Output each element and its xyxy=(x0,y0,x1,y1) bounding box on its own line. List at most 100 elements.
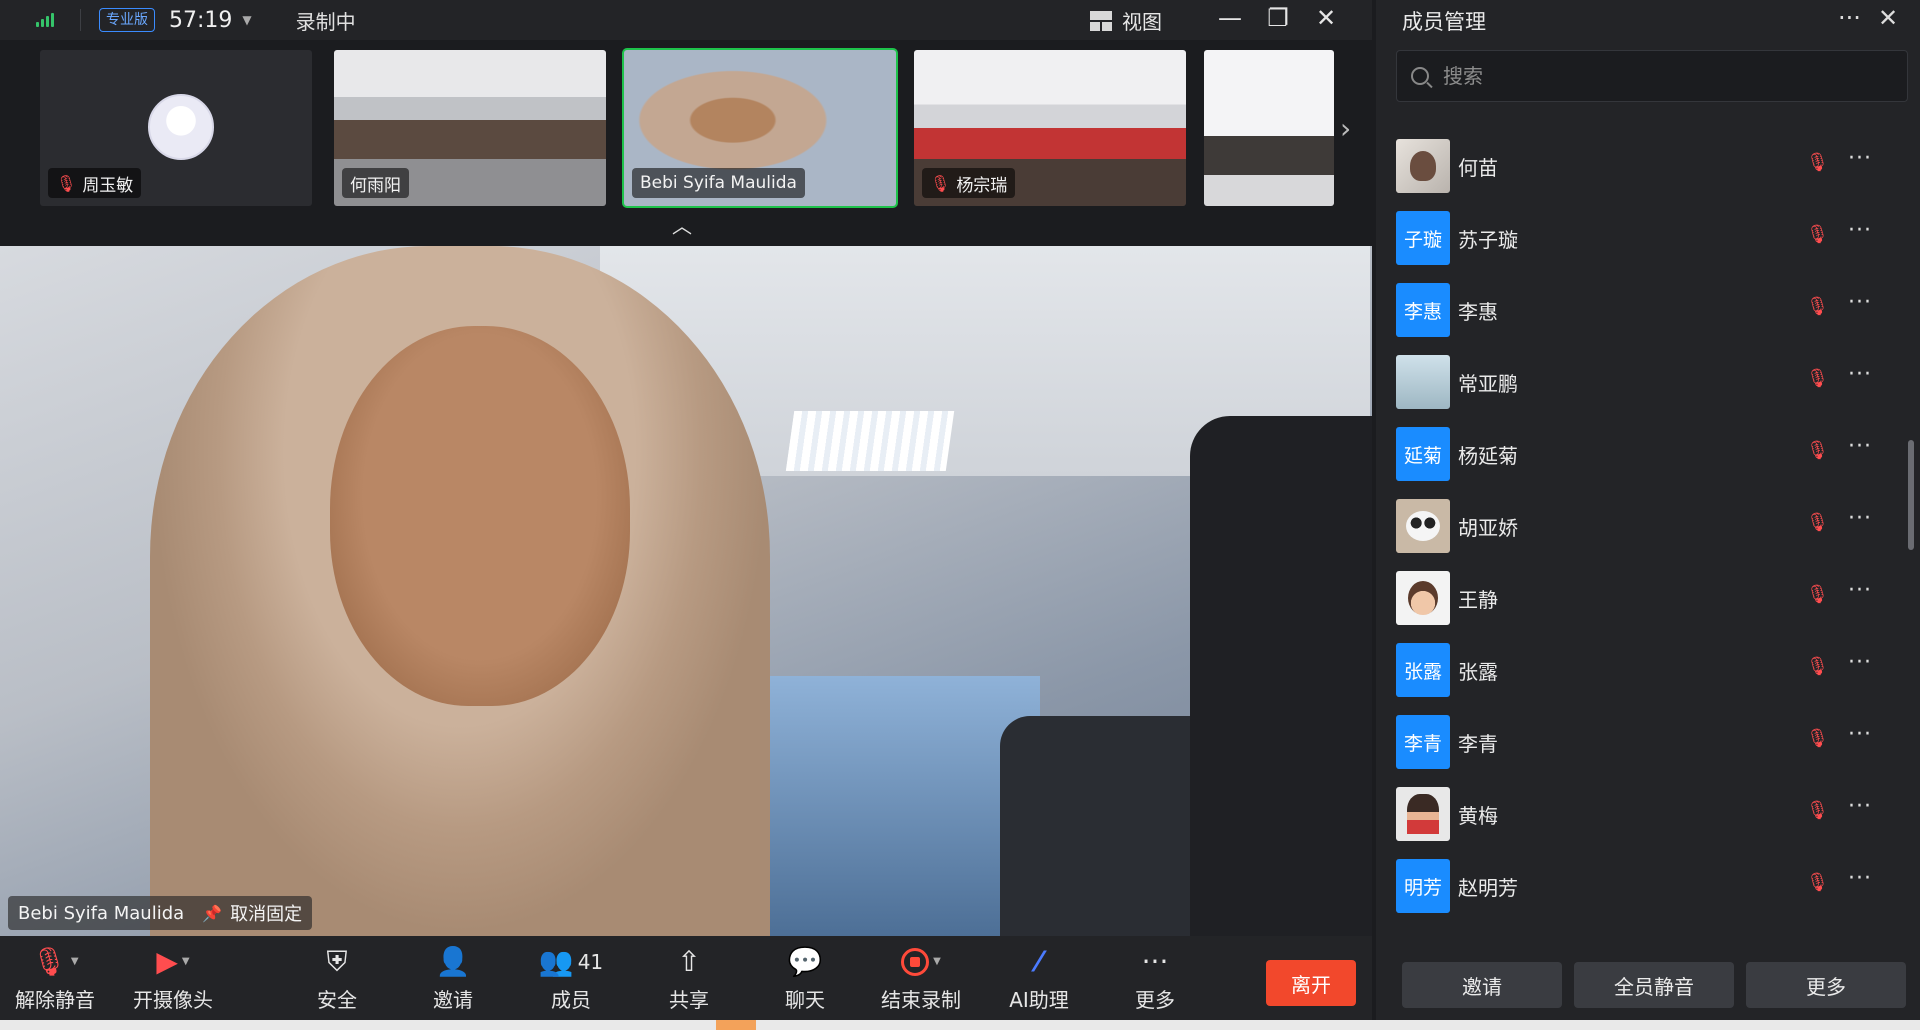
member-row[interactable]: 延菊 杨延菊 🎙 ··· xyxy=(1396,418,1896,490)
unmute-button[interactable]: 🎙 ▼ 解除静音 xyxy=(0,944,110,1016)
chat-button[interactable]: 💬 聊天 xyxy=(750,944,860,1016)
member-row[interactable]: 王静 🎙 ··· xyxy=(1396,562,1896,634)
more-dots-icon[interactable]: ··· xyxy=(1848,650,1872,675)
chevron-down-icon[interactable]: ▼ xyxy=(242,13,251,27)
member-row[interactable]: 张露 张露 🎙 ··· xyxy=(1396,634,1896,706)
panel-title: 成员管理 xyxy=(1402,10,1486,34)
meeting-window: 专业版 57:19 ▼ 录制中 视图 — ❐ ✕ 🎙 周玉敏 何雨阳 Bebi … xyxy=(0,0,1920,1030)
chevron-right-icon[interactable]: › xyxy=(1340,112,1351,145)
member-row[interactable]: 明芳 赵明芳 🎙 ··· xyxy=(1396,850,1896,922)
ai-assistant-button[interactable]: ⁄ AI助理 xyxy=(984,944,1094,1016)
speaker-name: Bebi Syifa Maulida xyxy=(18,902,185,924)
mic-off-icon[interactable]: 🎙 xyxy=(1806,224,1829,245)
video-thumbnail-strip: 🎙 周玉敏 何雨阳 Bebi Syifa Maulida 🎙 杨宗瑞 xyxy=(40,48,1340,208)
restore-icon[interactable]: ❐ xyxy=(1258,4,1298,32)
mic-off-icon[interactable]: 🎙 xyxy=(1806,656,1829,677)
shield-icon: ⛨ xyxy=(326,945,348,978)
mic-off-icon[interactable]: 🎙 xyxy=(1806,728,1829,749)
taskbar-edge xyxy=(0,1020,1920,1030)
avatar xyxy=(1396,571,1450,625)
more-dots-icon[interactable]: ··· xyxy=(1848,434,1872,459)
invite-member-button[interactable]: 邀请 xyxy=(1402,962,1562,1008)
more-dots-icon[interactable]: ··· xyxy=(1848,866,1872,891)
pin-icon[interactable]: 📌 xyxy=(202,904,222,923)
invite-button[interactable]: 👤 邀请 xyxy=(398,944,508,1016)
more-label: 更多 xyxy=(1135,988,1175,1012)
thumbnail-tile[interactable]: 🎙 周玉敏 xyxy=(40,50,312,206)
thumbnail-tile[interactable]: Bebi Syifa Maulida xyxy=(622,48,898,208)
edition-badge: 专业版 xyxy=(99,8,155,32)
member-row[interactable]: 李惠 李惠 🎙 ··· xyxy=(1396,274,1896,346)
ai-assistant-label: AI助理 xyxy=(1009,988,1069,1012)
share-icon: ⇧ xyxy=(677,945,701,978)
member-search[interactable] xyxy=(1396,50,1908,102)
members-panel: 成员管理 ··· ✕ 何苗 🎙 ··· 子璇苏子璇 🎙 ··· 李惠李惠 🎙 ··· 常亚鹏 🎙 ··… xyxy=(1376,0,1920,1020)
more-button[interactable]: ··· 更多 xyxy=(1100,944,1210,1016)
mic-off-icon[interactable]: 🎙 xyxy=(1806,368,1829,389)
security-button[interactable]: ⛨ 安全 xyxy=(282,944,392,1016)
mic-off-icon[interactable]: 🎙 xyxy=(1806,152,1829,173)
more-dots-icon[interactable]: ··· xyxy=(1848,794,1872,819)
member-count: 41 xyxy=(577,950,604,974)
avatar xyxy=(1396,499,1450,553)
view-label: 视图 xyxy=(1122,10,1162,34)
end-recording-button[interactable]: ▼ 结束录制 xyxy=(866,944,976,1016)
member-row[interactable]: 常亚鹏 🎙 ··· xyxy=(1396,346,1896,418)
avatar xyxy=(1396,139,1450,193)
member-row[interactable]: 胡亚娇 🎙 ··· xyxy=(1396,490,1896,562)
members-icon: 👥 xyxy=(538,945,574,978)
member-name: 赵明芳 xyxy=(1458,875,1518,900)
members-button[interactable]: 👥 41 成员 xyxy=(516,944,626,1016)
mic-off-icon: 🎙 xyxy=(56,173,77,193)
camera-button[interactable]: ▶︎ ▼ 开摄像头 xyxy=(118,944,228,1016)
more-dots-icon[interactable]: ··· xyxy=(1848,146,1872,171)
more-dots-icon[interactable]: ··· xyxy=(1848,578,1872,603)
share-button[interactable]: ⇧ 共享 xyxy=(634,944,744,1016)
thumbnail-tile[interactable] xyxy=(1204,50,1334,206)
member-name: 黄梅 xyxy=(1458,803,1498,828)
more-dots-icon[interactable]: ··· xyxy=(1848,290,1872,315)
mic-off-icon[interactable]: 🎙 xyxy=(1806,440,1829,461)
unpin-label[interactable]: 取消固定 xyxy=(230,900,302,926)
mic-off-icon[interactable]: 🎙 xyxy=(1806,296,1829,317)
more-dots-icon[interactable]: ··· xyxy=(1848,362,1872,387)
search-input[interactable] xyxy=(1443,64,1883,88)
chevron-up-icon[interactable]: ︿ xyxy=(672,210,692,239)
member-name: 王静 xyxy=(1458,587,1498,612)
avatar: 明芳 xyxy=(1396,859,1450,913)
mute-all-button[interactable]: 全员静音 xyxy=(1574,962,1734,1008)
chevron-down-icon[interactable]: ▼ xyxy=(933,944,941,980)
signal-strength-icon[interactable] xyxy=(36,13,54,27)
more-dots-icon[interactable]: ··· xyxy=(1838,4,1861,32)
main-video-name-tag: Bebi Syifa Maulida 📌 取消固定 xyxy=(8,896,313,930)
scrollbar[interactable] xyxy=(1908,440,1914,550)
close-icon[interactable]: ✕ xyxy=(1306,4,1346,32)
mic-off-icon[interactable]: 🎙 xyxy=(1806,584,1829,605)
minimize-icon[interactable]: — xyxy=(1210,4,1250,32)
more-dots-icon[interactable]: ··· xyxy=(1848,722,1872,747)
thumbnail-name: Bebi Syifa Maulida xyxy=(640,173,797,193)
more-dots-icon[interactable]: ··· xyxy=(1848,218,1872,243)
chevron-down-icon[interactable]: ▼ xyxy=(182,944,190,980)
avatar xyxy=(1396,355,1450,409)
avatar: 子璇 xyxy=(1396,211,1450,265)
member-row[interactable]: 黄梅 🎙 ··· xyxy=(1396,778,1896,850)
avatar xyxy=(1396,787,1450,841)
thumbnail-tile[interactable]: 何雨阳 xyxy=(334,50,606,206)
close-icon[interactable]: ✕ xyxy=(1878,4,1898,32)
thumbnail-tile[interactable]: 🎙 杨宗瑞 xyxy=(914,50,1186,206)
member-row[interactable]: 何苗 🎙 ··· xyxy=(1396,130,1896,202)
more-dots-icon[interactable]: ··· xyxy=(1848,506,1872,531)
member-row[interactable]: 子璇 苏子璇 🎙 ··· xyxy=(1396,202,1896,274)
mic-off-icon[interactable]: 🎙 xyxy=(1806,800,1829,821)
mic-off-icon[interactable]: 🎙 xyxy=(1806,512,1829,533)
member-row[interactable]: 李青 李青 🎙 ··· xyxy=(1396,706,1896,778)
member-name: 李青 xyxy=(1458,731,1498,756)
leave-button[interactable]: 离开 xyxy=(1266,960,1356,1006)
chevron-down-icon[interactable]: ▼ xyxy=(71,944,79,980)
member-list: 何苗 🎙 ··· 子璇 苏子璇 🎙 ··· 李惠 李惠 🎙 ··· 常亚鹏 🎙 ··· 延菊 杨延菊 🎙 ··· 胡… xyxy=(1396,130,1896,930)
panel-more-button[interactable]: 更多 xyxy=(1746,962,1906,1008)
view-button[interactable]: 视图 xyxy=(1090,6,1162,35)
mic-off-icon[interactable]: 🎙 xyxy=(1806,872,1829,893)
end-recording-label: 结束录制 xyxy=(881,988,961,1012)
